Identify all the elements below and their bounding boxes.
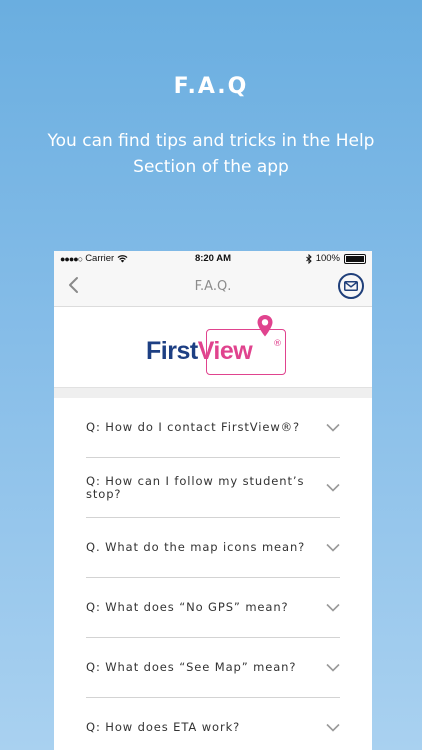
chevron-down-icon [326,483,340,492]
faq-item[interactable]: Q: How does ETA work? [86,698,340,750]
faq-item[interactable]: Q. What do the map icons mean? [86,518,340,578]
faq-question: Q: How does ETA work? [86,720,241,734]
logo-view: View [197,337,253,365]
faq-question: Q: How can I follow my student’s stop? [86,473,305,501]
chevron-down-icon [326,603,340,612]
faq-question: Q: What does “See Map” mean? [86,660,297,674]
nav-title: F.A.Q. [194,279,232,294]
contact-mail-button[interactable] [338,273,364,299]
faq-question: Q: What does “No GPS” mean? [86,600,289,614]
promo-title: F.A.Q [173,74,249,99]
faq-question: Q. What do the map icons mean? [86,540,306,554]
battery-icon [344,253,366,264]
phone-screen: ●●●●○ Carrier 8:20 AM 100% F.A.Q. FirstV… [54,251,372,750]
chevron-down-icon [326,723,340,732]
faq-item[interactable]: Q: How do I contact FirstView®? [86,398,340,458]
battery-percent: 100% [315,253,340,264]
chevron-down-icon [326,423,340,432]
section-divider [54,388,372,398]
firstview-logo: FirstView ® [54,307,372,388]
faq-list: Q: How do I contact FirstView®? Q: How c… [54,398,372,750]
envelope-icon [344,281,358,291]
logo-registered-mark: ® [273,339,282,349]
faq-item[interactable]: Q: What does “See Map” mean? [86,638,340,698]
logo-first: First [146,337,198,365]
nav-bar: F.A.Q. [54,268,372,307]
chevron-down-icon [326,663,340,672]
map-pin-icon [257,315,273,337]
status-bar: ●●●●○ Carrier 8:20 AM 100% [54,251,372,268]
faq-question: Q: How do I contact FirstView®? [86,420,301,434]
faq-item[interactable]: Q: What does “No GPS” mean? [86,578,340,638]
chevron-down-icon [326,543,340,552]
bluetooth-icon [305,253,312,264]
logo-text: FirstView [146,337,253,366]
faq-item[interactable]: Q: How can I follow my student’s stop? [86,458,340,518]
promo-subtitle: You can find tips and tricks in the Help… [47,131,375,177]
